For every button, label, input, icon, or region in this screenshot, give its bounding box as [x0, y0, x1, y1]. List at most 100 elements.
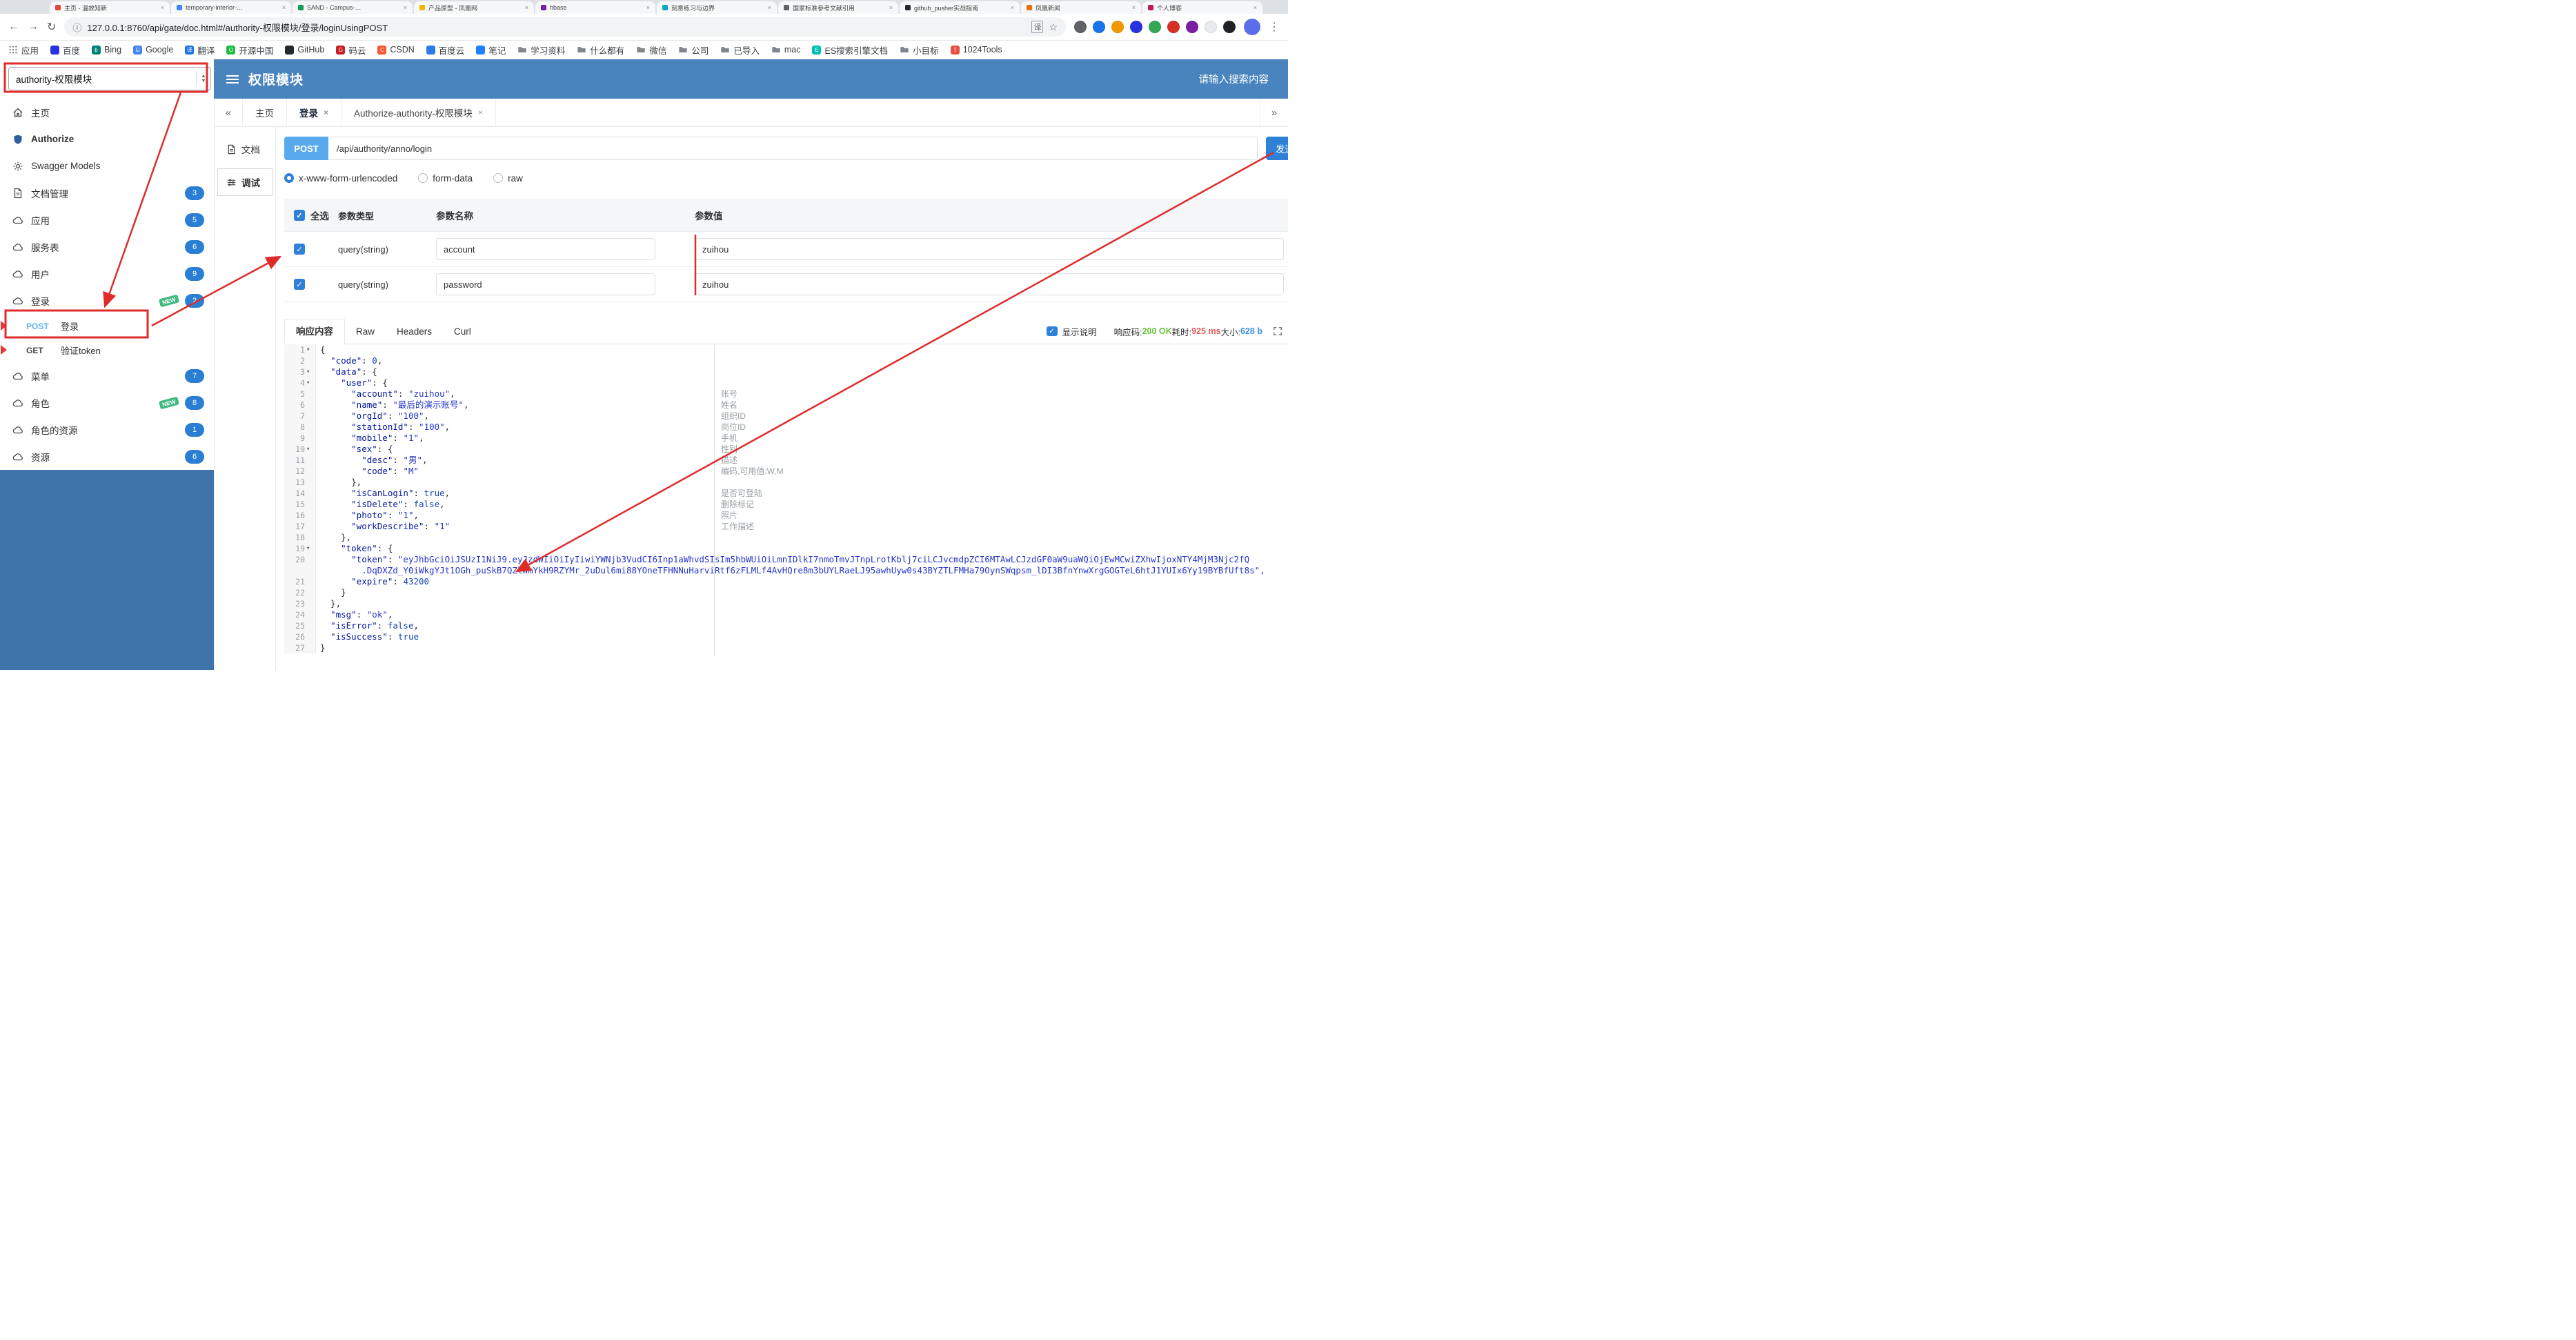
- fold-toggle-icon[interactable]: ▾: [306, 377, 313, 388]
- browser-tab[interactable]: 刻意练习与边界 ×: [657, 1, 777, 14]
- tab-close-icon[interactable]: ×: [478, 108, 483, 117]
- tab-doc[interactable]: 文档: [217, 135, 273, 163]
- sidebar-api-get-验证token[interactable]: GET 验证token: [0, 338, 214, 362]
- extension-icon[interactable]: [1186, 21, 1198, 33]
- radio-icon[interactable]: [418, 173, 428, 183]
- fold-toggle-icon[interactable]: ▾: [306, 344, 313, 355]
- tab-close-icon[interactable]: ×: [161, 4, 164, 11]
- tabs-scroll-right-icon[interactable]: »: [1260, 99, 1288, 126]
- line-number[interactable]: 25: [284, 620, 316, 631]
- extension-icon[interactable]: [1167, 21, 1180, 33]
- bookmark-item[interactable]: b Bing: [92, 45, 121, 55]
- sidebar-item-菜单[interactable]: 菜单 7: [0, 362, 214, 389]
- tab-close-icon[interactable]: ×: [1132, 4, 1136, 11]
- sidebar-item-文档管理[interactable]: 文档管理 3: [0, 179, 214, 206]
- browser-tab[interactable]: temporary-interior-… ×: [171, 1, 291, 14]
- tab-close-icon[interactable]: ×: [282, 4, 286, 11]
- browser-tab[interactable]: 主页 - 温故知新 ×: [50, 1, 170, 14]
- browser-tab[interactable]: 国家标准参考文献引用 ×: [778, 1, 898, 14]
- fold-toggle-icon[interactable]: ▾: [306, 444, 313, 455]
- browser-tab[interactable]: 个人博客 ×: [1142, 1, 1262, 14]
- bookmark-item[interactable]: 微信: [636, 43, 666, 57]
- line-number[interactable]: 22: [284, 587, 316, 598]
- bookmark-item[interactable]: E ES搜索引擎文档: [812, 43, 888, 57]
- extension-icon[interactable]: [1149, 21, 1161, 33]
- line-number[interactable]: 26: [284, 631, 316, 642]
- line-number[interactable]: 14: [284, 488, 316, 499]
- line-number[interactable]: 6: [284, 400, 316, 411]
- bookmark-item[interactable]: 什么都有: [577, 43, 624, 57]
- bookmark-item[interactable]: 百度: [50, 43, 80, 57]
- header-search[interactable]: 请输入搜索内容: [1199, 72, 1269, 86]
- reload-icon[interactable]: ↻: [47, 20, 56, 34]
- response-tab-响应内容[interactable]: 响应内容: [284, 319, 345, 344]
- tab-close-icon[interactable]: ×: [646, 4, 650, 11]
- menu-kebab-icon[interactable]: ⋮: [1269, 20, 1280, 34]
- bookmark-item[interactable]: O 开源中国: [226, 43, 273, 57]
- line-number[interactable]: 27: [284, 642, 316, 653]
- fold-toggle-icon[interactable]: ▾: [306, 543, 313, 554]
- bookmark-item[interactable]: 已导入: [720, 43, 760, 57]
- line-number[interactable]: 16: [284, 510, 316, 521]
- browser-tab[interactable]: github_pusher实战指南 ×: [900, 1, 1020, 14]
- line-number[interactable]: 12: [284, 466, 316, 477]
- tab-close-icon[interactable]: ×: [889, 4, 893, 11]
- line-number[interactable]: 4 ▾: [284, 377, 316, 388]
- sidebar-item-Swagger Models[interactable]: Swagger Models: [0, 152, 214, 179]
- forward-icon[interactable]: →: [28, 21, 39, 33]
- line-number[interactable]: 20: [284, 554, 316, 565]
- line-number[interactable]: 18: [284, 532, 316, 543]
- row-checkbox[interactable]: ✓: [294, 279, 305, 290]
- param-name-input[interactable]: [436, 273, 655, 295]
- page-info-icon[interactable]: ⓘ: [72, 21, 81, 34]
- param-value-input[interactable]: [695, 238, 1284, 260]
- sidebar-item-角色[interactable]: 角色 NEW 8: [0, 389, 214, 416]
- line-number[interactable]: 3 ▾: [284, 366, 316, 377]
- menu-toggle-icon[interactable]: [226, 78, 239, 80]
- translate-icon[interactable]: 译: [1031, 21, 1044, 33]
- bookmark-item[interactable]: 百度云: [426, 43, 464, 57]
- line-number[interactable]: 2: [284, 355, 316, 366]
- tab-debug[interactable]: 调试: [217, 168, 273, 196]
- bookmark-item[interactable]: T 1024Tools: [950, 45, 1002, 55]
- sidebar-item-用户[interactable]: 用户 9: [0, 260, 214, 287]
- url-box[interactable]: ⓘ 127.0.0.1:8760/api/gate/doc.html#/auth…: [64, 17, 1066, 37]
- line-number[interactable]: 24: [284, 609, 316, 620]
- extension-icon[interactable]: [1130, 21, 1142, 33]
- param-value-input[interactable]: [695, 273, 1284, 295]
- module-select[interactable]: authority-权限模块 ▲ ▼: [8, 67, 211, 90]
- bookmark-item[interactable]: mac: [771, 45, 800, 55]
- line-number[interactable]: 19 ▾: [284, 543, 316, 554]
- sidebar-api-post-登录[interactable]: POST 登录: [0, 314, 214, 338]
- open-tab-Authorize-authority-权限模块[interactable]: Authorize-authority-权限模块 ×: [341, 99, 496, 126]
- sidebar-item-角色的资源[interactable]: 角色的资源 1: [0, 416, 214, 443]
- radio-icon[interactable]: [284, 173, 294, 183]
- extension-icon[interactable]: [1205, 21, 1217, 33]
- open-tab-主页[interactable]: 主页: [243, 99, 287, 126]
- extension-icon[interactable]: [1093, 21, 1105, 33]
- line-number[interactable]: 21: [284, 576, 316, 587]
- bookmark-item[interactable]: G Google: [133, 45, 173, 55]
- tab-close-icon[interactable]: ×: [324, 108, 328, 117]
- fold-toggle-icon[interactable]: ▾: [306, 366, 313, 377]
- extension-icon[interactable]: [1111, 21, 1124, 33]
- line-number[interactable]: 1 ▾: [284, 344, 316, 355]
- bookmark-item[interactable]: 学习资料: [517, 43, 565, 57]
- line-number[interactable]: 23: [284, 598, 316, 609]
- bookmark-item[interactable]: 笔记: [476, 43, 506, 57]
- line-number[interactable]: 9: [284, 433, 316, 444]
- sidebar-item-Authorize[interactable]: Authorize: [0, 126, 214, 152]
- bookmark-star-icon[interactable]: ☆: [1049, 21, 1058, 33]
- tabs-scroll-left-icon[interactable]: «: [215, 99, 243, 126]
- profile-avatar[interactable]: [1244, 19, 1260, 35]
- tab-close-icon[interactable]: ×: [1254, 4, 1257, 11]
- back-icon[interactable]: ←: [8, 21, 19, 33]
- tab-close-icon[interactable]: ×: [404, 4, 407, 11]
- line-number[interactable]: 5: [284, 388, 316, 400]
- param-name-input[interactable]: [436, 238, 655, 260]
- radio-icon[interactable]: [493, 173, 504, 183]
- content-type-option[interactable]: raw: [493, 173, 523, 184]
- open-tab-登录[interactable]: 登录 ×: [287, 99, 342, 126]
- line-number[interactable]: [284, 565, 316, 576]
- fullscreen-icon[interactable]: [1273, 326, 1282, 336]
